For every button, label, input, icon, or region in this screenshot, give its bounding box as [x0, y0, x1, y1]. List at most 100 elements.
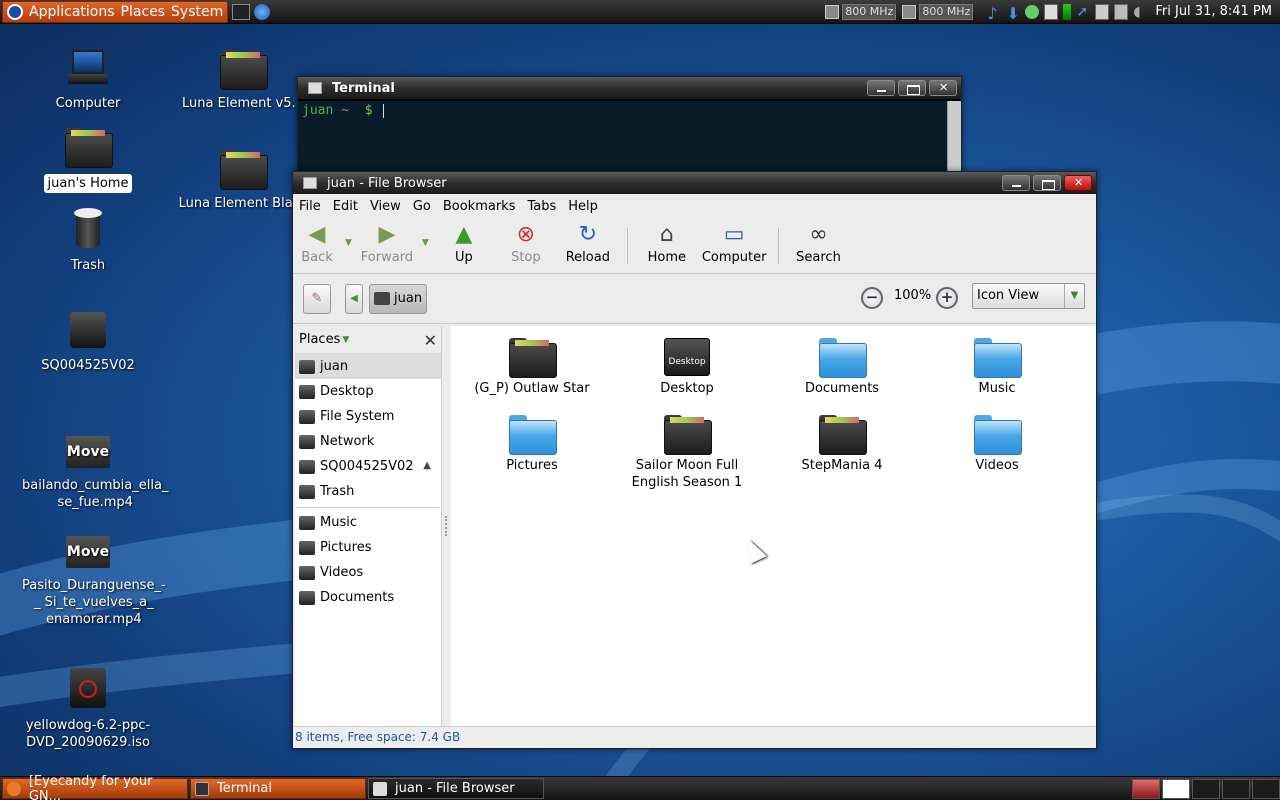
forward-history-dropdown[interactable]: ▼ [422, 238, 429, 248]
sidebar-item-trash[interactable]: Trash [295, 479, 441, 504]
maximize-button[interactable] [898, 80, 926, 96]
terminal-scrollbar[interactable] [947, 101, 961, 175]
file-item-videos[interactable]: Videos [922, 415, 1072, 474]
sidebar-item-desktop[interactable]: Desktop [295, 379, 441, 404]
menu-places[interactable]: Places [121, 4, 166, 20]
sidebar-item-videos[interactable]: Videos [295, 560, 441, 585]
workspace-2[interactable] [1192, 778, 1220, 799]
sidebar-resize-handle[interactable] [443, 326, 451, 727]
eject-icon[interactable]: ▲ [423, 460, 431, 471]
close-sidebar-icon[interactable]: ✕ [424, 331, 437, 350]
file-item-music[interactable]: Music [922, 338, 1072, 397]
sidebar-item-juan[interactable]: juan [295, 354, 441, 379]
battery-icon[interactable] [1063, 3, 1072, 20]
minimize-button[interactable] [867, 80, 895, 96]
toggle-location-entry-button[interactable]: ✎ [303, 283, 331, 314]
menu-edit[interactable]: Edit [333, 199, 358, 214]
zoom-in-button[interactable]: + [936, 287, 958, 309]
workspace-1[interactable] [1162, 778, 1190, 799]
cpu-frequency-monitor-2[interactable]: 800 MHz [902, 1, 974, 23]
music-note-icon[interactable]: ♪ [987, 4, 1001, 23]
network-status-icon[interactable] [1025, 4, 1040, 19]
workspace-3[interactable] [1222, 778, 1250, 799]
desktop-icon-computer[interactable]: Computer [18, 46, 158, 113]
clipboard-icon[interactable] [1095, 3, 1110, 20]
desktop-icon-iso[interactable]: yellowdog-6.2-ppc-DVD_20090629.iso [18, 668, 158, 752]
network-icon [299, 434, 315, 449]
desktop-icon-home[interactable]: juan's Home [18, 128, 158, 193]
show-desktop-button[interactable] [1132, 778, 1160, 799]
sidebar-item-pictures[interactable]: Pictures [295, 535, 441, 560]
toolbar-separator [626, 228, 628, 264]
monitor-icon[interactable] [1044, 3, 1059, 20]
menu-system[interactable]: System [171, 4, 223, 20]
file-item-pictures[interactable]: Pictures [457, 415, 607, 474]
file-item-documents[interactable]: Documents [767, 338, 917, 397]
stop-button[interactable]: ⊗ Stop [499, 222, 553, 265]
menu-bookmarks[interactable]: Bookmarks [443, 199, 516, 214]
volume-icon[interactable]: ◖ [1133, 4, 1147, 20]
sidebar-item-drive[interactable]: SQ004525V02 ▲ [295, 454, 441, 479]
task-eyecandy-browser[interactable]: [Eyecandy for your GN... [2, 774, 188, 800]
file-item-outlaw-star[interactable]: (G_P) Outlaw Star [457, 338, 607, 397]
sidebar-item-music[interactable]: Music [295, 510, 441, 535]
view-mode-select[interactable]: Icon View ▼ [972, 283, 1085, 309]
terminal-output[interactable]: juan ~ $ [298, 101, 947, 175]
forward-button[interactable]: ▶ Forward [360, 222, 414, 265]
sidebar-dropdown-icon[interactable]: ▼ [342, 335, 349, 345]
sidebar-item-file-system[interactable]: File System [295, 404, 441, 429]
menu-applications[interactable]: Applications [29, 4, 115, 20]
download-arrow-icon[interactable]: ⬇ [1006, 4, 1020, 23]
desktop-icon-luna-element[interactable]: Luna Element v5.1 [173, 50, 313, 113]
trash-icon [66, 208, 110, 252]
sidebar-title[interactable]: Places [299, 332, 340, 347]
menu-help[interactable]: Help [568, 199, 598, 214]
up-button[interactable]: ▲ Up [437, 222, 491, 265]
menu-file[interactable]: File [299, 199, 321, 214]
file-item-stepmania[interactable]: StepMania 4 [767, 415, 917, 474]
menu-go[interactable]: Go [413, 199, 431, 214]
task-terminal[interactable]: Terminal [190, 778, 366, 799]
zoom-level[interactable]: 100% [894, 288, 931, 303]
file-browser-window[interactable]: juan - File Browser File Edit View Go Bo… [292, 171, 1097, 749]
close-button[interactable] [929, 80, 957, 96]
close-button[interactable] [1064, 175, 1092, 191]
desktop-icon-trash[interactable]: Trash [18, 208, 158, 275]
home-button[interactable]: ⌂ Home [640, 222, 694, 265]
file-item-sailor-moon[interactable]: Sailor Moon Full English Season 1 [612, 415, 762, 491]
printer-icon[interactable] [1114, 3, 1129, 20]
file-item-desktop[interactable]: Desktop Desktop [612, 338, 762, 397]
workspace-4[interactable] [1252, 778, 1280, 799]
up-arrow-icon: ▲ [455, 222, 473, 247]
cpu-frequency-monitor-1[interactable]: 800 MHz [825, 1, 897, 23]
back-button[interactable]: ◀ Back [297, 222, 337, 265]
zoom-out-button[interactable]: − [861, 287, 883, 309]
desktop-icon-video-2[interactable]: Move Pasito_Duranguense_-_ Si_te_vuelves… [18, 528, 166, 629]
menu-bar: File Edit View Go Bookmarks Tabs Help [293, 194, 1096, 218]
desktop-icon-drive[interactable]: SQ004525V02 [18, 308, 158, 375]
sidebar-item-documents[interactable]: Documents [295, 585, 441, 610]
path-scroll-left-button[interactable]: ◀ [345, 283, 363, 314]
task-file-browser[interactable]: juan - File Browser [368, 778, 544, 799]
main-menu[interactable]: Applications Places System [2, 0, 229, 23]
web-browser-launcher-icon[interactable] [254, 3, 271, 20]
file-browser-titlebar[interactable]: juan - File Browser [293, 172, 1096, 194]
computer-button[interactable]: ▭ Computer [702, 222, 767, 265]
icon-view[interactable]: (G_P) Outlaw Star Desktop Desktop Docume… [451, 326, 1096, 727]
back-history-dropdown[interactable]: ▼ [345, 238, 352, 248]
clock[interactable]: Fri Jul 31, 8:41 PM [1155, 4, 1272, 19]
sidebar-separator [297, 504, 439, 508]
terminal-window[interactable]: Terminal juan ~ $ [297, 76, 962, 176]
maximize-button[interactable] [1033, 175, 1061, 191]
desktop-icon-video-1[interactable]: Move bailando_cumbia_ella_ se_fue.mp4 [18, 428, 168, 512]
search-button[interactable]: ∞ Search [791, 222, 845, 265]
minimize-button[interactable] [1002, 175, 1030, 191]
menu-view[interactable]: View [370, 199, 401, 214]
path-button-juan[interactable]: juan [369, 283, 428, 314]
pointer-icon[interactable]: ➚ [1076, 4, 1090, 20]
reload-button[interactable]: ↻ Reload [561, 222, 615, 265]
menu-tabs[interactable]: Tabs [527, 199, 556, 214]
sidebar-item-network[interactable]: Network [295, 429, 441, 454]
terminal-launcher-icon[interactable] [232, 3, 251, 20]
terminal-titlebar[interactable]: Terminal [298, 77, 961, 99]
